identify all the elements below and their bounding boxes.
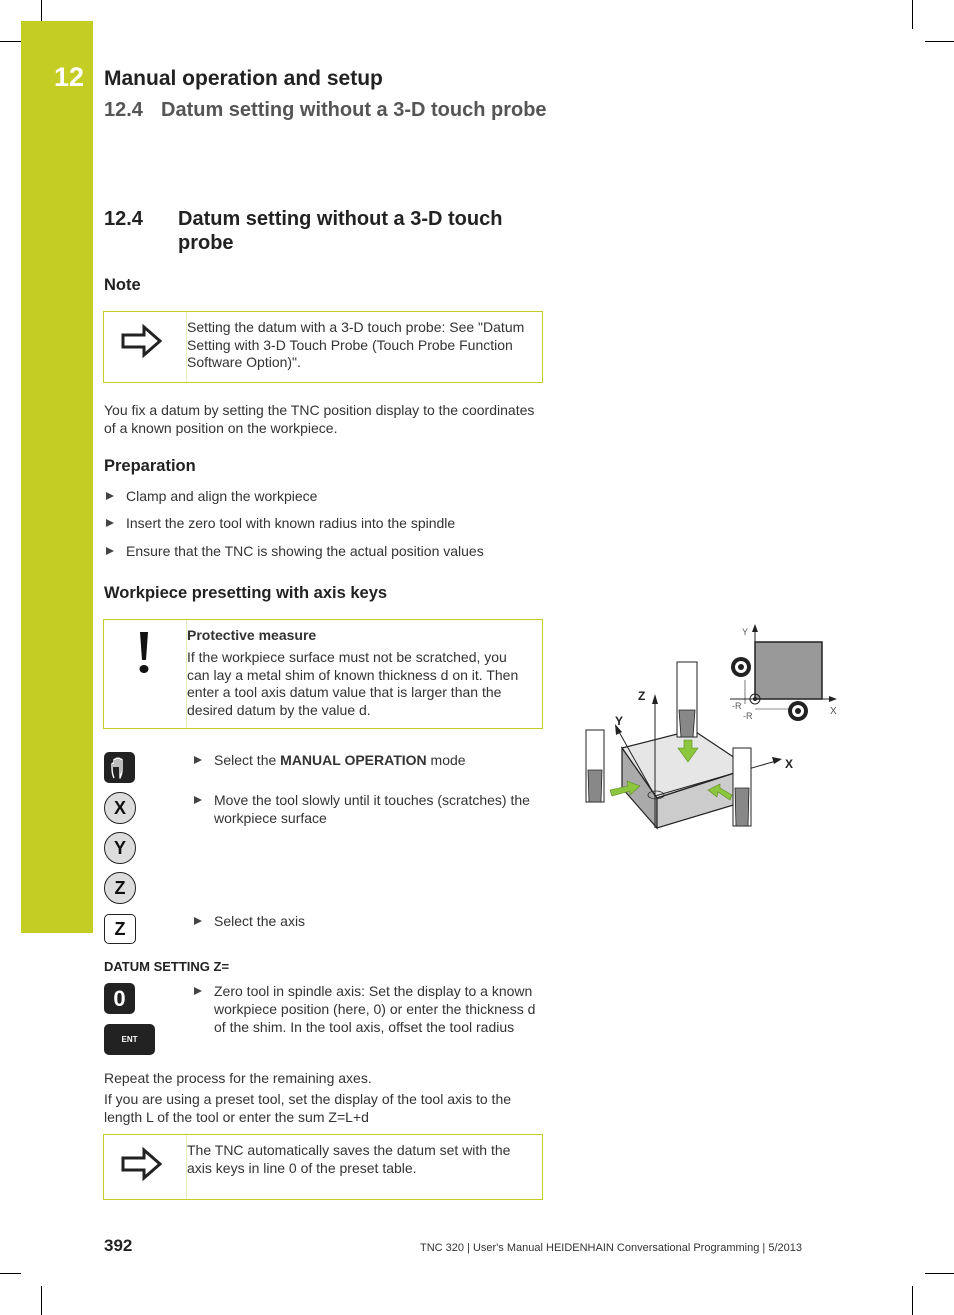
arrow-right-icon: [121, 1146, 163, 1182]
list-item-text: Clamp and align the workpiece: [126, 488, 318, 504]
repeat-paragraph: Repeat the process for the remaining axe…: [104, 1070, 372, 1086]
warning-text: If the workpiece surface must not be scr…: [187, 649, 519, 718]
list-item-text: Ensure that the TNC is showing the actua…: [126, 543, 484, 559]
chapter-bar: [21, 21, 93, 933]
milling-cutter-icon: [731, 657, 751, 677]
crop-mark: [0, 1273, 21, 1274]
running-section-number: 12.4: [104, 99, 143, 121]
bullet-triangle-icon: [106, 519, 114, 527]
crop-mark: [41, 0, 42, 21]
note-text: Setting the datum with a 3-D touch probe…: [187, 319, 525, 370]
minus-r-label: -R: [732, 701, 742, 711]
hand-icon: [110, 757, 123, 779]
bullet-triangle-icon: [194, 987, 202, 995]
mode-name: MANUAL OPERATION: [280, 752, 427, 768]
final-note-box: The TNC automatically saves the datum se…: [103, 1134, 543, 1200]
step-text: Zero tool in spindle axis: Set the displ…: [214, 983, 536, 1035]
crop-mark: [925, 41, 954, 42]
final-note-text: The TNC automatically saves the datum se…: [187, 1142, 511, 1176]
list-item-text: Insert the zero tool with known radius i…: [126, 515, 456, 531]
crop-mark: [41, 1286, 42, 1315]
arrow-right-icon: [121, 323, 163, 359]
note-box: Setting the datum with a 3-D touch probe…: [103, 311, 543, 383]
exclamation-icon: [139, 632, 149, 673]
bullet-triangle-icon: [106, 547, 114, 555]
preparation-heading: Preparation: [104, 457, 196, 475]
bullet-triangle-icon: [106, 492, 114, 500]
preset-paragraph: If you are using a preset tool, set the …: [104, 1091, 512, 1125]
end-mill-icon: [732, 747, 752, 827]
bullet-triangle-icon: [194, 756, 202, 764]
step-text: mode: [426, 752, 466, 768]
minus-r-label: -R: [743, 711, 753, 721]
warning-box: Protective measure If the workpiece surf…: [103, 619, 543, 729]
running-section-title: 12.4 Datum setting without a 3-D touch pr…: [104, 99, 547, 122]
presetting-heading: Workpiece presetting with axis keys: [104, 584, 388, 602]
crop-mark: [912, 0, 913, 29]
section-title: Datum setting without a 3-D touch probe: [178, 208, 503, 254]
crop-mark: [0, 41, 21, 42]
x-axis-key[interactable]: X: [104, 792, 136, 824]
chapter-number: 12: [54, 62, 85, 92]
dialog-label: DATUM SETTING Z=: [104, 959, 230, 974]
bullet-triangle-icon: [194, 796, 202, 804]
z-axis-key[interactable]: Z: [104, 872, 136, 904]
step-text: Select the axis: [214, 913, 306, 929]
milling-cutter-icon: [788, 701, 808, 721]
crop-mark: [925, 1273, 954, 1274]
inset-y-label: Y: [742, 627, 748, 637]
warning-title: Protective measure: [187, 627, 317, 643]
running-section-text: Datum setting without a 3-D touch probe: [161, 99, 547, 121]
step-text: Select the: [214, 752, 281, 768]
manual-operation-key[interactable]: [104, 752, 135, 783]
end-mill-icon: [585, 729, 605, 803]
y-axis-label: Y: [615, 714, 623, 728]
footer-text: TNC 320 | User's Manual HEIDENHAIN Conve…: [420, 1242, 802, 1254]
z-axis-select-key[interactable]: Z: [104, 914, 136, 944]
x-axis-label: X: [785, 757, 793, 771]
chapter-title: Manual operation and setup: [104, 67, 383, 90]
section-number: 12.4: [104, 208, 143, 230]
workpiece-figure: Y X -R -R Z Y X: [585, 624, 837, 830]
note-heading: Note: [104, 276, 141, 294]
inset-diagram: Y X -R -R: [730, 624, 837, 721]
step-text: Move the tool slowly until it touches (s…: [214, 792, 530, 826]
crop-mark: [912, 1286, 913, 1315]
end-mill-icon: [676, 661, 698, 738]
bullet-triangle-icon: [194, 917, 202, 925]
z-axis-label: Z: [638, 689, 645, 703]
ent-key[interactable]: ENT: [104, 1024, 155, 1055]
inset-x-label: X: [830, 706, 837, 717]
y-axis-key[interactable]: Y: [104, 832, 136, 864]
page-number: 392: [104, 1236, 133, 1255]
zero-key[interactable]: 0: [104, 983, 135, 1014]
intro-paragraph: You fix a datum by setting the TNC posit…: [104, 402, 535, 436]
